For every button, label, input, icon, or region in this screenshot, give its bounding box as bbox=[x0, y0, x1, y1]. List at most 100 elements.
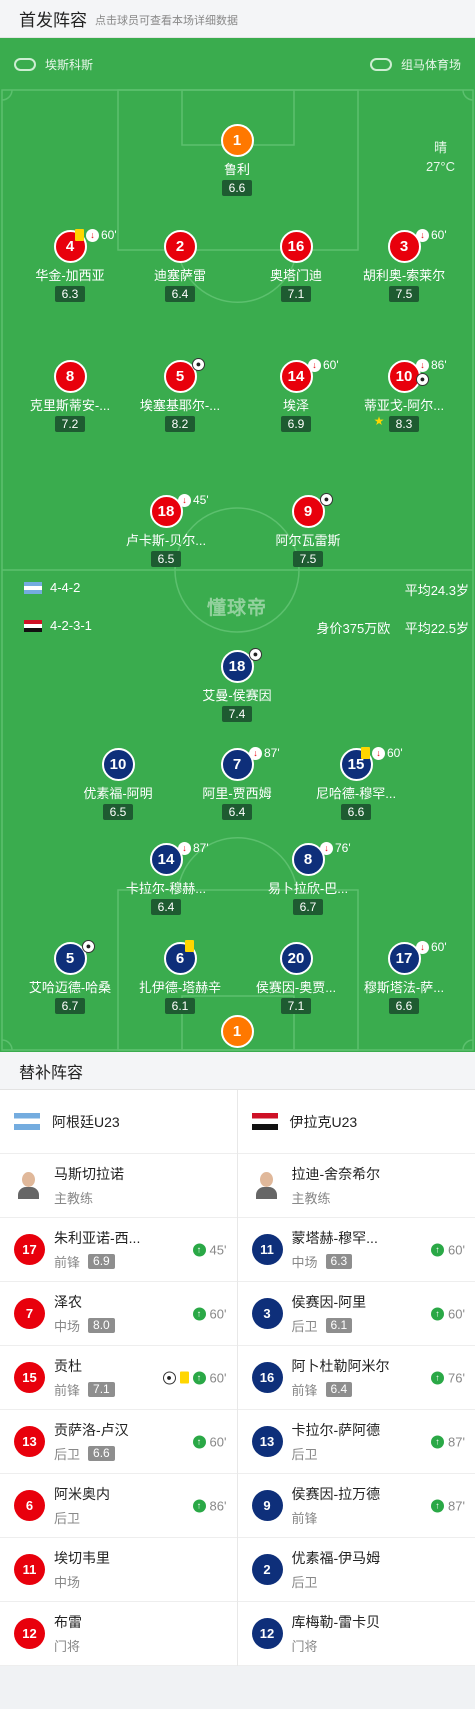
player-card[interactable]: 9 ● 阿尔瓦雷斯 7.5 bbox=[248, 493, 368, 568]
player-card[interactable]: 7 ↓ 87' 阿里-贾西姆 6.4 bbox=[177, 746, 297, 821]
sub-player-row[interactable]: 17 朱利亚诺-西... 前锋 6.9 ↑ 45' bbox=[0, 1218, 237, 1282]
player-card[interactable]: 5 ● 艾哈迈德-哈桑 6.7 bbox=[10, 940, 130, 1015]
player-card[interactable]: 10 ↓ 86' ● 蒂亚戈-阿尔... ★ 8.3 bbox=[344, 358, 464, 433]
player-name: 克里斯蒂安-... bbox=[29, 398, 111, 413]
sub-player-meta: 门将 bbox=[54, 1636, 154, 1655]
player-name: 易卜拉欣-巴... bbox=[267, 881, 349, 896]
player-name: 扎伊德-塔赫辛 bbox=[138, 980, 222, 995]
player-card[interactable]: 10 优素福-阿明 6.5 bbox=[58, 748, 178, 821]
player-number: 1 bbox=[220, 124, 254, 157]
player-card[interactable]: 4 ↓ 60' 华金-加西亚 6.3 bbox=[10, 228, 130, 303]
sub-player-row[interactable]: 3 侯赛因-阿里 后卫 6.1 ↑ 60' bbox=[237, 1282, 475, 1346]
sub-player-row[interactable]: 7 泽农 中场 8.0 ↑ 60' bbox=[0, 1282, 237, 1346]
player-card[interactable]: 14 ↓ 60' 埃泽 6.9 bbox=[236, 358, 356, 433]
sub-player-info: 朱利亚诺-西... 前锋 6.9 bbox=[54, 1228, 154, 1271]
player-card[interactable]: 3 ↓ 60' 胡利奥-索莱尔 7.5 bbox=[344, 228, 464, 303]
yellow-card-icon bbox=[185, 940, 194, 952]
sub-off-icon: ↓ bbox=[178, 493, 191, 507]
sub-time: 87' bbox=[264, 746, 280, 760]
player-name: 埃塞基耶尔-... bbox=[139, 398, 221, 413]
sub-player-number: 16 bbox=[251, 1362, 283, 1393]
sub-time: 60' bbox=[101, 228, 117, 242]
player-card[interactable]: 14 ↓ 87' 卡拉尔-穆赫... 6.4 bbox=[106, 841, 226, 916]
sub-player-number: 17 bbox=[14, 1234, 45, 1265]
player-card[interactable]: 2 迪塞萨雷 6.4 bbox=[120, 230, 240, 303]
player-number: 8 bbox=[53, 360, 87, 393]
rating-wrap: ★ 8.3 bbox=[374, 414, 420, 433]
sub-player-row[interactable]: 2 优素福-伊马姆 后卫 bbox=[237, 1538, 475, 1602]
sub-player-name: 贡杜 bbox=[54, 1358, 82, 1374]
player-card[interactable]: 16 奥塔门迪 7.1 bbox=[236, 230, 356, 303]
sub-on-icon: ↑ bbox=[192, 1243, 206, 1256]
sub-player-position: 前锋 bbox=[54, 1383, 81, 1398]
player-rating: 6.9 bbox=[280, 416, 312, 432]
player-card[interactable]: 1侯赛因-哈桑6.6 bbox=[177, 1015, 297, 1052]
iraq-flag-icon bbox=[24, 619, 42, 632]
player-card[interactable]: 17 ↓ 60' 穆斯塔法-萨... 6.6 bbox=[344, 940, 464, 1015]
sub-player-row[interactable]: 13 卡拉尔-萨阿德 后卫 ↑ 87' bbox=[237, 1410, 475, 1474]
weather-info: 晴 27°C bbox=[426, 138, 455, 176]
sub-player-row[interactable]: 11 蒙塔赫-穆罕... 中场 6.3 ↑ 60' bbox=[237, 1218, 475, 1282]
player-name: 鲁利 bbox=[223, 162, 250, 177]
sub-player-info: 侯赛因-拉万德 前锋 bbox=[292, 1484, 392, 1527]
player-rating: 7.1 bbox=[280, 286, 312, 302]
sub-time: 45' bbox=[193, 493, 209, 507]
player-rating: 7.5 bbox=[292, 551, 324, 567]
watermark: 懂球帝 bbox=[206, 598, 268, 619]
sub-player-meta: 后卫 6.6 bbox=[54, 1444, 154, 1463]
sub-player-row[interactable]: 16 阿卜杜勒阿米尔 前锋 6.4 ↑ 76' bbox=[237, 1346, 475, 1410]
player-card[interactable]: 18 ↓ 45' 卢卡斯-贝尔... 6.5 bbox=[106, 493, 226, 568]
player-card[interactable]: 6 扎伊德-塔赫辛 6.1 bbox=[120, 940, 240, 1015]
sub-events: ● ↑ 60' bbox=[162, 1370, 227, 1385]
team-a-header[interactable]: 阿根廷U23 bbox=[0, 1090, 237, 1154]
sub-player-info: 贡杜 前锋 7.1 bbox=[54, 1356, 154, 1399]
player-name: 穆斯塔法-萨... bbox=[363, 980, 445, 995]
sub-on-icon: ↑ bbox=[431, 1499, 445, 1512]
goal-ball-icon: ● bbox=[249, 648, 262, 661]
sub-player-row[interactable]: 15 贡杜 前锋 7.1 ● ↑ 60' bbox=[0, 1346, 237, 1410]
player-card[interactable]: 18 ● 艾曼-侯赛因 7.4 bbox=[177, 648, 297, 723]
player-events: ↓ 87' bbox=[178, 841, 209, 855]
sub-time: 87' bbox=[193, 841, 209, 855]
sub-on-icon: ↑ bbox=[431, 1307, 445, 1320]
sub-on-icon: ↑ bbox=[192, 1499, 206, 1512]
sub-player-row[interactable]: 11 埃切韦里 中场 bbox=[0, 1538, 237, 1602]
sub-player-row[interactable]: 6 阿米奥内 后卫 ↑ 86' bbox=[0, 1474, 237, 1538]
goal-ball-icon: ● bbox=[192, 358, 205, 371]
coach-b[interactable]: 拉迪-舍奈希尔 主教练 bbox=[237, 1154, 475, 1218]
sub-player-row[interactable]: 12 布雷 门将 bbox=[0, 1602, 237, 1666]
coach-a-name: 马斯切拉诺 bbox=[54, 1166, 124, 1182]
player-card[interactable]: 8 克里斯蒂安-... 7.2 bbox=[10, 360, 130, 433]
player-card[interactable]: 8 ↓ 76' 易卜拉欣-巴... 6.7 bbox=[248, 841, 368, 916]
yellow-card-icon bbox=[179, 1371, 189, 1384]
goal-ball-icon: ● bbox=[416, 373, 429, 386]
player-rating: 6.1 bbox=[164, 998, 196, 1014]
player-card[interactable]: 20 侯赛因-奥贾... 7.1 bbox=[236, 942, 356, 1015]
sub-player-position: 后卫 bbox=[54, 1447, 81, 1462]
player-card[interactable]: 1 鲁利 6.6 bbox=[177, 124, 297, 197]
sub-player-info: 埃切韦里 中场 bbox=[54, 1548, 154, 1591]
coach-a[interactable]: 马斯切拉诺 主教练 bbox=[0, 1154, 237, 1218]
yellow-card-icon bbox=[75, 229, 84, 241]
player-name: 阿尔瓦雷斯 bbox=[275, 533, 341, 548]
sub-player-meta: 门将 bbox=[292, 1636, 392, 1655]
sub-off-icon: ↓ bbox=[416, 228, 429, 242]
sub-on-time: 45' bbox=[209, 1242, 227, 1257]
sub-player-row[interactable]: 13 贡萨洛-卢汉 后卫 6.6 ↑ 60' bbox=[0, 1410, 237, 1474]
sub-player-rating: 6.4 bbox=[325, 1382, 353, 1397]
team-b-formation-row: 4-2-3-1 bbox=[24, 618, 92, 633]
player-card[interactable]: 15 ↓ 60' 尼哈德-穆罕... 6.6 bbox=[296, 746, 416, 821]
player-card[interactable]: 5 ● 埃塞基耶尔-... 8.2 bbox=[120, 358, 240, 433]
team-b-formation: 4-2-3-1 bbox=[50, 618, 92, 633]
sub-player-number: 7 bbox=[14, 1298, 45, 1329]
coach-b-name: 拉迪-舍奈希尔 bbox=[291, 1166, 381, 1182]
player-rating: 6.4 bbox=[164, 286, 196, 302]
sub-player-row[interactable]: 9 侯赛因-拉万德 前锋 ↑ 87' bbox=[237, 1474, 475, 1538]
sub-time: 60' bbox=[431, 228, 447, 242]
team-b-header[interactable]: 伊拉克U23 bbox=[237, 1090, 475, 1154]
stadium-icon bbox=[369, 57, 392, 71]
sub-player-row[interactable]: 12 库梅勒-雷卡贝 门将 bbox=[237, 1602, 475, 1666]
sub-player-number: 15 bbox=[14, 1362, 45, 1393]
sub-player-rating: 8.0 bbox=[88, 1318, 115, 1333]
player-events: ● bbox=[320, 493, 333, 506]
